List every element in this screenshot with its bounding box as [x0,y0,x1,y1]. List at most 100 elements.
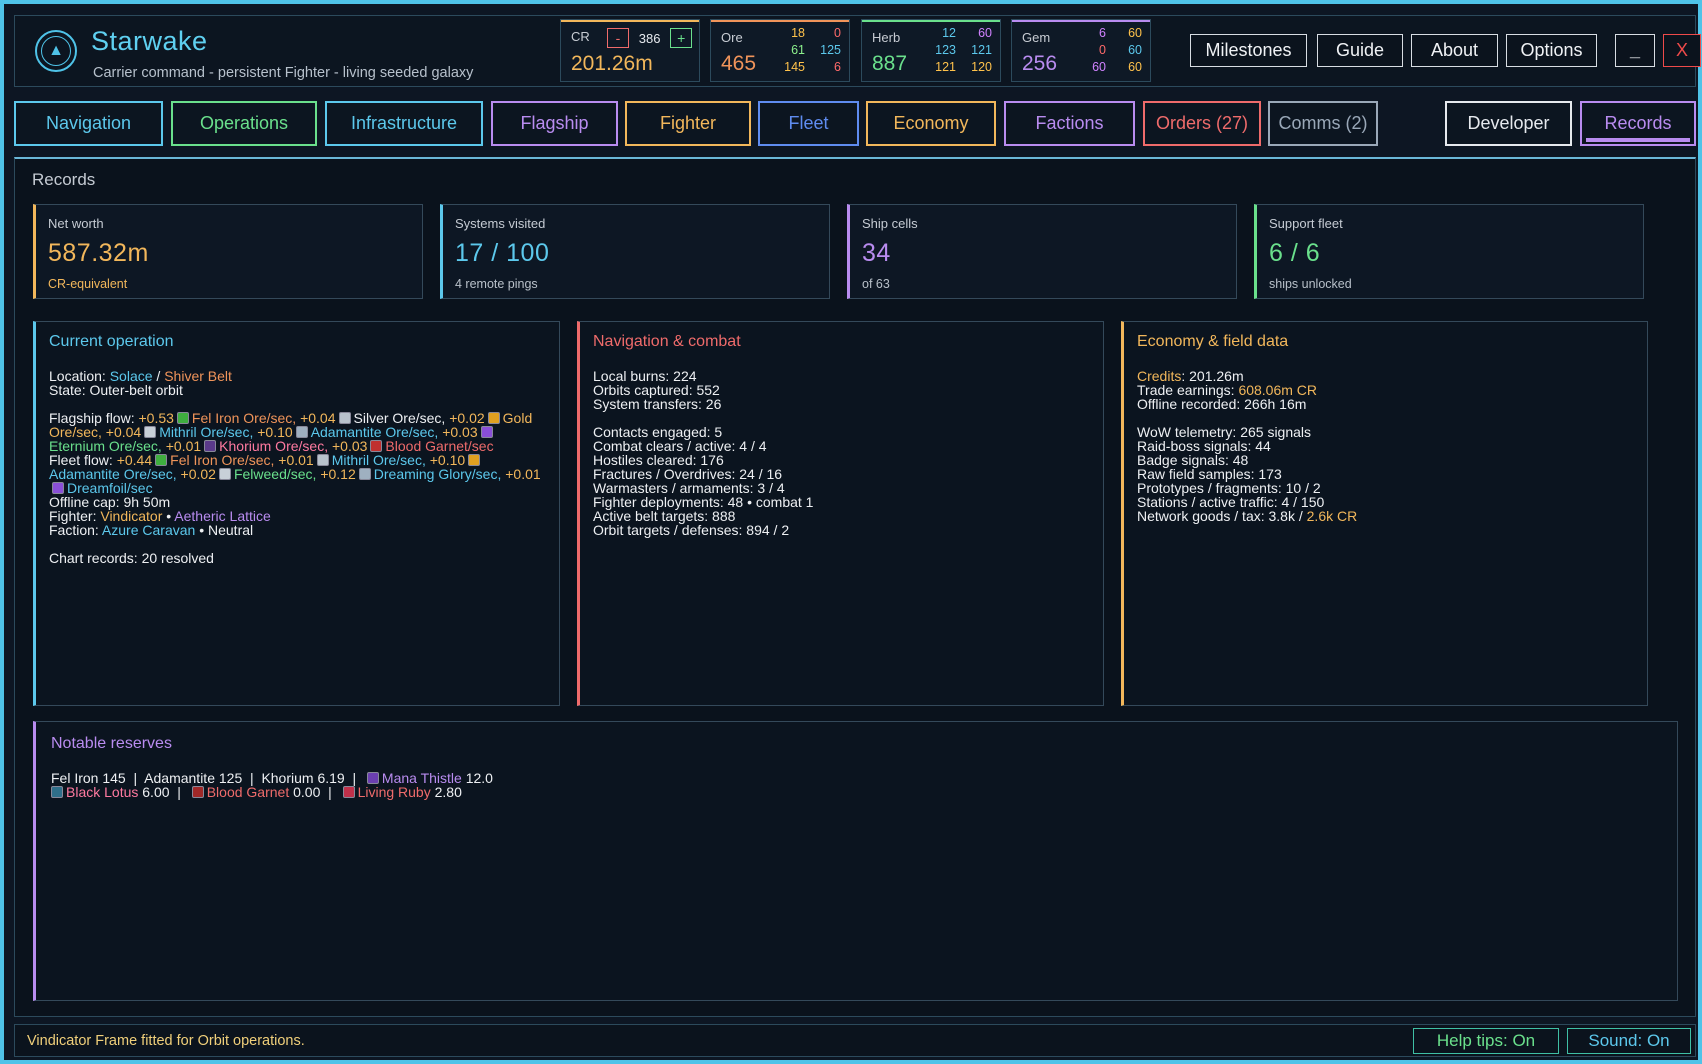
ore-value: 465 [721,52,757,75]
stat-value: 34 [862,239,891,267]
gem-label: Gem [1022,30,1051,45]
tab-fleet[interactable]: Fleet [758,101,859,146]
tab-operations[interactable]: Operations [171,101,317,146]
faction-line: Faction: Azure Caravan • Neutral [49,522,254,538]
tab-comms[interactable]: Comms (2) [1268,101,1378,146]
resource-icon [487,412,500,424]
stat-line: Fractures / Overdrives: 24 / 16 [593,466,783,482]
navigation-combat-panel: Navigation & combat Local burns: 224 Orb… [577,321,1104,706]
status-bar: Vindicator Frame fitted for Orbit operat… [14,1024,1696,1057]
fighter-line: Fighter: Vindicator • Aetheric Lattice [49,508,271,524]
app-title: Starwake [91,26,208,56]
location-line: Location: Solace / Shiver Belt [49,368,232,384]
stat-line: Prototypes / fragments: 10 / 2 [1137,480,1321,496]
resource-icon [155,454,168,466]
status-message: Vindicator Frame fitted for Orbit operat… [27,1033,305,1049]
stat-sub: ships unlocked [1269,277,1352,291]
ore-breakdown: 18 0 61 125 145 6 [784,26,841,74]
resource-icon [480,426,493,438]
gem-breakdown: 6 60 0 60 60 60 [1092,26,1142,74]
stat-label: Ship cells [862,216,918,231]
offline-line: Offline recorded: 266h 16m [1137,396,1307,412]
cr-label: CR [571,29,590,44]
stat-line: Orbit targets / defenses: 894 / 2 [593,522,790,538]
stat-line: Raw field samples: 173 [1137,466,1282,482]
sound-toggle[interactable]: Sound: On [1567,1028,1691,1054]
stat-card-net-worth: Net worth 587.32m CR-equivalent [33,204,423,299]
milestones-button[interactable]: Milestones [1190,34,1307,67]
economy-field-panel: Economy & field data Credits: 201.26m Tr… [1121,321,1648,706]
stat-line: Orbits captured: 552 [593,382,720,398]
stat-value: 587.32m [48,239,149,267]
tab-factions[interactable]: Factions [1004,101,1135,146]
stat-sub: 4 remote pings [455,277,538,291]
panel-title: Notable reserves [51,735,172,752]
black-lotus-icon [51,786,63,798]
resource-icon [468,454,481,466]
stat-value: 17 / 100 [455,239,550,267]
options-button[interactable]: Options [1506,34,1597,67]
living-ruby-icon [342,786,355,798]
close-button[interactable]: X [1663,34,1701,67]
stat-line: Badge signals: 48 [1137,452,1249,468]
guide-button[interactable]: Guide [1317,34,1403,67]
flow-rate: +0.12 [316,466,356,482]
resource-icon [176,412,189,424]
current-operation-panel: Current operation Location: Solace / Shi… [33,321,560,706]
help-tips-toggle[interactable]: Help tips: On [1413,1028,1559,1054]
about-button[interactable]: About [1411,34,1498,67]
stat-card-ship-cells: Ship cells 34 of 63 [847,204,1237,299]
resource-icon [295,426,308,438]
stat-line: Local burns: 224 [593,368,697,384]
stat-label: Net worth [48,216,104,231]
stat-line: WoW telemetry: 265 signals [1137,424,1312,440]
chart-records: Chart records: 20 resolved [49,550,214,566]
stat-line: Contacts engaged: 5 [593,424,723,440]
fleet-flow: Fleet flow: +0.44 Fel Iron Ore/sec, +0.01… [49,452,541,496]
panel-title: Navigation & combat [593,333,741,350]
stat-sub: CR-equivalent [48,277,128,291]
resource-icon [370,440,383,452]
blood-garnet-icon [191,786,204,798]
header-bar: ▲ Starwake Carrier command - persistent … [14,15,1701,87]
stat-card-systems-visited: Systems visited 17 / 100 4 remote pings [440,204,830,299]
ore-resource-box: Ore 465 18 0 61 125 145 6 [710,19,850,82]
cr-value: 201.26m [571,52,653,75]
tab-fighter[interactable]: Fighter [625,101,751,146]
resource-icon [204,440,217,452]
tab-economy[interactable]: Economy [866,101,996,146]
resource-icon [144,426,157,438]
notable-reserves-panel: Notable reserves Fel Iron 145 | Adamanti… [33,721,1678,1001]
stat-line: Fighter deployments: 48 • combat 1 [593,494,814,510]
tab-navigation[interactable]: Navigation [14,101,163,146]
resource-icon [338,412,351,424]
flow-rate: +0.01 [501,466,541,482]
cr-step-value: 386 [638,31,661,46]
tab-flagship[interactable]: Flagship [491,101,618,146]
stat-line: Stations / active traffic: 4 / 150 [1137,494,1325,510]
cr-increase-button[interactable]: + [670,28,693,48]
stat-line: Hostiles cleared: 176 [593,452,724,468]
tab-orders[interactable]: Orders (27) [1143,101,1261,146]
stat-line: Raid-boss signals: 44 [1137,438,1271,454]
flow-resource: Felweed/sec, [233,466,317,482]
reserves-line-1: Fel Iron 145 | Adamantite 125 | Khorium … [51,770,493,786]
stat-value: 6 / 6 [1269,239,1321,267]
minimize-button[interactable]: _ [1615,34,1655,67]
ore-label: Ore [721,30,743,45]
offline-cap: Offline cap: 9h 50m [49,494,171,510]
app-window: ▲ Starwake Carrier command - persistent … [0,0,1702,1064]
resource-icon [316,454,329,466]
herb-label: Herb [872,30,901,45]
resource-icon [358,468,371,480]
stat-line: Active belt targets: 888 [593,508,736,524]
panel-title: Current operation [49,333,174,350]
gem-resource-box: Gem 256 6 60 0 60 60 60 [1011,19,1151,82]
cr-decrease-button[interactable]: - [607,28,629,48]
flagship-flow: Flagship flow: +0.53 Fel Iron Ore/sec, +0… [49,410,533,454]
flow-resource: Dreaming Glory/sec, [373,466,502,482]
tab-developer[interactable]: Developer [1445,101,1572,146]
reserves-line-2: Black Lotus 6.00 | Blood Garnet 0.00 | L… [51,785,1662,799]
tab-records[interactable]: Records [1580,101,1696,146]
tab-infrastructure[interactable]: Infrastructure [325,101,483,146]
